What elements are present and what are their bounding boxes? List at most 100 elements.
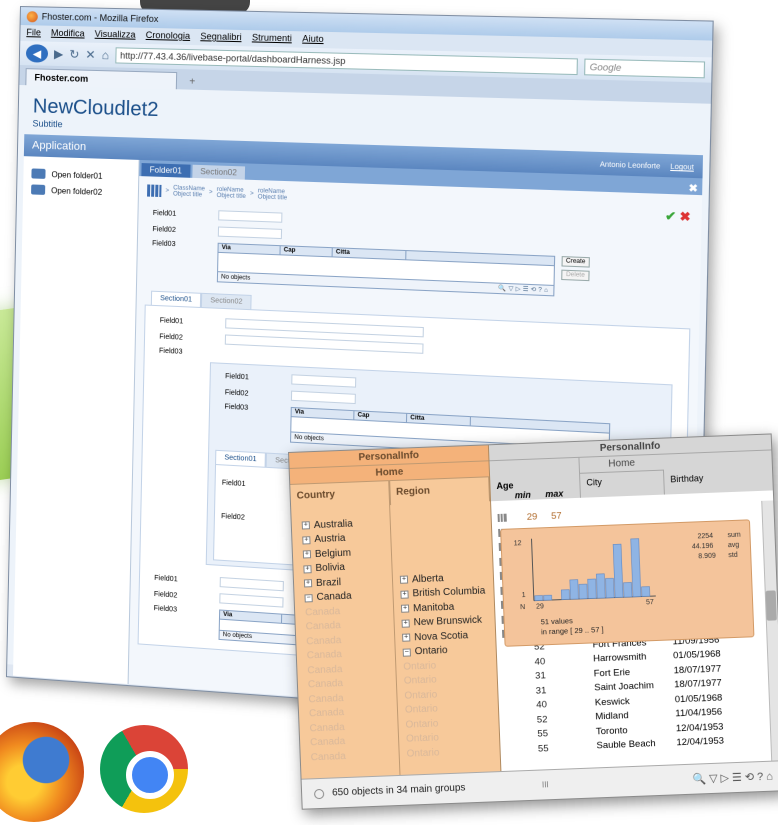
age-value: 55 — [537, 742, 549, 755]
expand-icon[interactable]: + — [400, 590, 409, 599]
menu-cronologia[interactable]: Cronologia — [146, 30, 191, 43]
scroll-thumb[interactable] — [765, 590, 777, 621]
stat-avg-label: avg — [728, 542, 740, 549]
field01-input[interactable] — [218, 210, 283, 223]
delete-button[interactable]: Delete — [561, 269, 590, 282]
city-column-header[interactable]: City — [580, 470, 665, 498]
field-label: Field01 — [152, 209, 177, 218]
create-button[interactable]: Create — [561, 256, 590, 268]
field-label: Field03 — [153, 605, 178, 614]
country-label: Brazil — [315, 576, 342, 589]
histogram-icon[interactable] — [497, 513, 508, 523]
country-label: Bolivia — [315, 562, 346, 575]
reload-icon[interactable]: ↻ — [69, 47, 79, 61]
forward-icon[interactable]: ▶ — [54, 47, 64, 61]
tab-section02[interactable]: Section02 — [201, 292, 252, 310]
histogram-ymin-label: 1 — [522, 592, 526, 599]
repeated-country: Canada — [307, 663, 343, 677]
country-column-header[interactable]: Country — [290, 481, 391, 509]
repeated-region: Ontario — [403, 660, 437, 673]
application-label: Application — [31, 139, 87, 154]
grid-tools-icon[interactable]: 🔍▽▷☰⟲?⌂ — [498, 285, 550, 294]
region-column-header[interactable]: Region — [389, 477, 491, 506]
age-column-header[interactable]: Age min max — [490, 473, 581, 502]
menu-modifica[interactable]: Modifica — [51, 28, 85, 41]
expand-icon[interactable]: + — [400, 604, 410, 614]
folder-item[interactable]: Open folder02 — [31, 184, 130, 198]
tab-folder01[interactable]: Folder01 — [141, 163, 191, 178]
country-label: Australia — [313, 518, 353, 531]
stat-sum-value: 2254 — [697, 533, 713, 541]
tab-section01[interactable]: Section01 — [150, 290, 202, 307]
repeated-country: Canada — [308, 707, 345, 720]
back-button[interactable]: ◀ — [25, 44, 49, 63]
home-icon[interactable]: ⌂ — [102, 48, 110, 62]
country-label: Canada — [316, 590, 352, 604]
birthday-column-header[interactable]: Birthday — [663, 466, 773, 495]
breadcrumb-item[interactable]: ClassName Object title — [173, 185, 205, 198]
collapse-icon[interactable]: − — [304, 593, 313, 603]
confirm-icon[interactable]: ✔ — [665, 209, 676, 224]
stat-avg-value: 44.196 — [692, 543, 714, 551]
histogram-bar — [569, 579, 579, 600]
country-label: Belgium — [314, 547, 352, 560]
new-tab-button[interactable]: + — [183, 74, 202, 90]
field02-input[interactable] — [217, 226, 283, 240]
tab-section01[interactable]: Section01 — [215, 449, 267, 467]
field02-input[interactable] — [219, 593, 284, 608]
folder-item[interactable]: Open folder01 — [31, 168, 130, 181]
repeated-region: Ontario — [405, 732, 440, 745]
repeated-country: Canada — [305, 620, 341, 633]
menu-segnalibri[interactable]: Segnalibri — [200, 31, 241, 44]
expand-icon[interactable]: + — [303, 579, 313, 588]
logout-link[interactable]: Logout — [670, 164, 694, 172]
grid-tools-icon[interactable]: 🔍▽▷☰⟲?⌂ — [692, 770, 776, 786]
repeated-region: Ontario — [405, 718, 439, 731]
age-value: 52 — [536, 713, 548, 726]
user-name: Antonio Leonforte — [599, 161, 661, 171]
histogram-bar — [596, 573, 606, 599]
repeated-country: Canada — [309, 736, 346, 749]
search-input[interactable]: Google — [584, 58, 706, 79]
scroll-grip[interactable]: III — [542, 780, 549, 789]
city-value: Sauble Beach — [596, 738, 656, 752]
tab-section02[interactable]: Section02 — [191, 164, 246, 180]
close-icon[interactable]: ✖ — [688, 183, 702, 195]
stop-icon[interactable]: ✕ — [85, 48, 95, 62]
field-label: Field02 — [153, 590, 178, 600]
country-label: Austria — [314, 533, 346, 546]
stat-std-label: std — [728, 552, 738, 559]
expand-icon[interactable]: + — [399, 575, 409, 585]
menu-visualizza[interactable]: Visualizza — [95, 29, 136, 42]
age-row: 55 — [500, 740, 571, 757]
field02-input[interactable] — [290, 390, 356, 405]
age-min-value: 29 — [526, 511, 538, 523]
expand-icon[interactable]: + — [302, 550, 312, 559]
histogram-bar — [641, 586, 651, 597]
field01-input[interactable] — [291, 374, 357, 388]
birthday-value: 12/04/1953 — [676, 735, 725, 749]
breadcrumb-item[interactable]: roleName Object title — [258, 188, 288, 201]
folder-label: Open folder02 — [51, 185, 103, 197]
histogram-bar — [534, 595, 544, 601]
grid-icon — [147, 184, 162, 198]
expand-icon[interactable]: + — [402, 633, 411, 642]
age-value: 55 — [537, 728, 549, 740]
collapse-icon[interactable]: − — [402, 648, 411, 657]
histogram-bar — [612, 543, 624, 598]
menu-aiuto[interactable]: Aiuto — [302, 33, 324, 46]
expand-icon[interactable]: + — [301, 521, 310, 530]
expand-icon[interactable]: + — [303, 564, 312, 574]
folder-icon — [31, 168, 46, 179]
menu-strumenti[interactable]: Strumenti — [252, 32, 292, 45]
field-label: Field03 — [152, 240, 176, 249]
cancel-icon[interactable]: ✖ — [679, 209, 690, 224]
expand-icon[interactable]: + — [302, 535, 311, 545]
histogram-bar — [630, 538, 642, 598]
menu-file[interactable]: File — [26, 27, 41, 39]
breadcrumb-item[interactable]: roleName Object title — [217, 187, 246, 200]
expand-icon[interactable]: + — [401, 619, 410, 628]
field01-input[interactable] — [219, 576, 284, 592]
no-objects-text: No objects — [222, 632, 253, 641]
age-max-value: 57 — [550, 510, 562, 522]
